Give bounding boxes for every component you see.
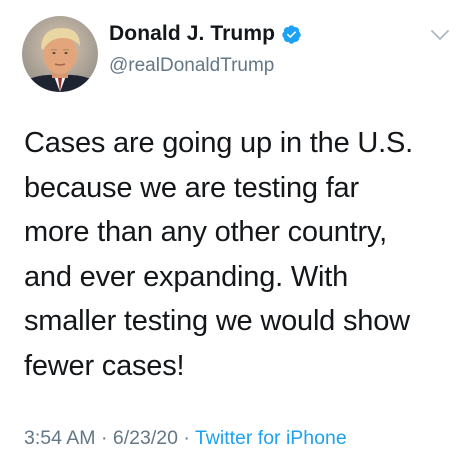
display-name[interactable]: Donald J. Trump [109,22,275,46]
tweet-card: Donald J. Trump @realDonaldTrump Cases a… [0,0,474,467]
user-handle[interactable]: @realDonaldTrump [109,55,274,77]
tweet-text: Cases are going up in the U.S. because w… [24,127,413,382]
meta-separator: · [100,427,108,449]
name-row: Donald J. Trump [109,22,302,46]
tweet-meta: 3:54 AM · 6/23/20 · Twitter for iPhone [24,427,347,450]
tweet-time[interactable]: 3:54 AM [24,427,96,449]
tweet-date[interactable]: 6/23/20 [113,427,178,449]
chevron-down-icon[interactable] [428,26,452,44]
tweet-source-link[interactable]: Twitter for iPhone [195,427,347,449]
avatar-image [22,16,98,92]
verified-badge-icon [281,24,302,45]
meta-separator: · [183,427,190,449]
avatar[interactable] [22,16,98,92]
